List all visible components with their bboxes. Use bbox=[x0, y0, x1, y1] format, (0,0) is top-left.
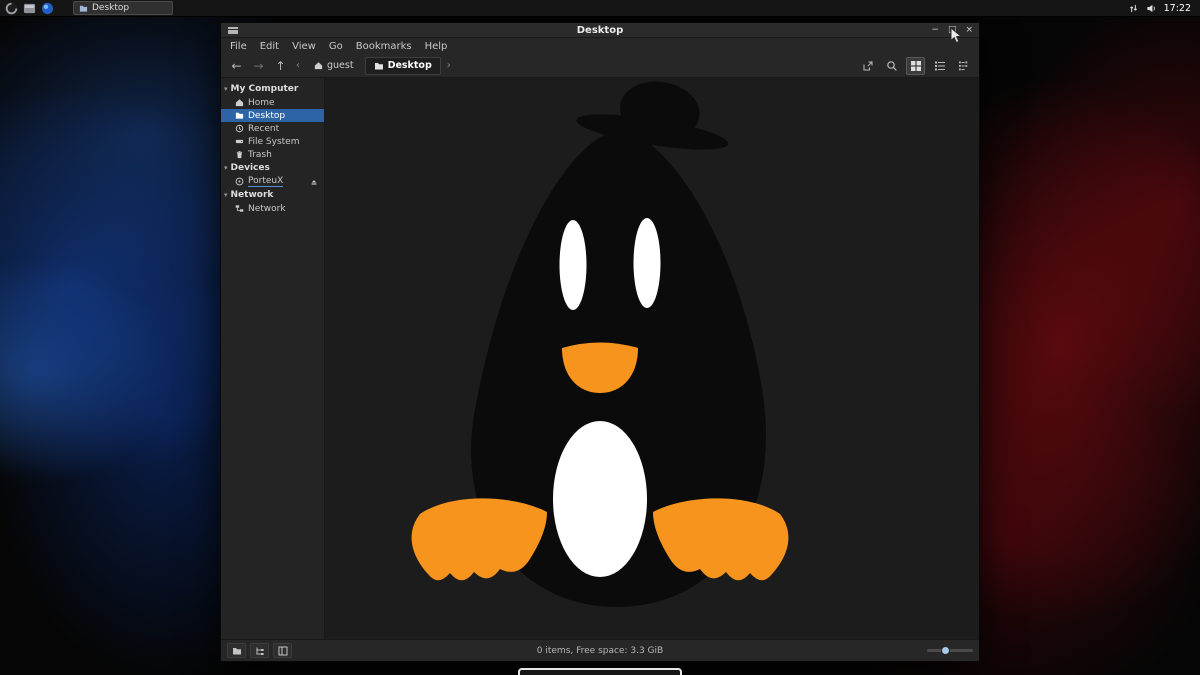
section-label: Network bbox=[231, 190, 274, 200]
menu-bookmarks[interactable]: Bookmarks bbox=[356, 41, 412, 52]
sidebar-item-home[interactable]: Home bbox=[221, 96, 324, 109]
sidebar-section-devices[interactable]: ▾ Devices bbox=[221, 161, 324, 175]
menubar: File Edit View Go Bookmarks Help bbox=[221, 38, 979, 54]
sidebar-item-file-system[interactable]: File System bbox=[221, 135, 324, 148]
window-task-icon bbox=[79, 4, 88, 13]
forward-icon[interactable]: → bbox=[249, 60, 268, 72]
zoom-slider-track[interactable] bbox=[927, 649, 973, 652]
toolbar-right bbox=[858, 57, 973, 75]
file-manager-launcher-icon[interactable] bbox=[23, 2, 36, 15]
section-label: Devices bbox=[231, 163, 270, 173]
penguin-eye-left bbox=[560, 220, 587, 310]
chevron-down-icon: ▾ bbox=[224, 85, 228, 93]
file-manager-body: ▾ My Computer Home Desktop Recent bbox=[221, 78, 979, 639]
maximize-button[interactable]: □ bbox=[948, 26, 957, 35]
desktop: Desktop 17:22 Desktop − □ × File Edit bbox=[0, 0, 1200, 675]
item-label: Recent bbox=[248, 124, 279, 134]
window-controls: − □ × bbox=[931, 23, 973, 38]
folder-icon bbox=[235, 111, 244, 120]
sidebar: ▾ My Computer Home Desktop Recent bbox=[221, 78, 325, 639]
home-icon bbox=[314, 61, 323, 70]
breadcrumb-current[interactable]: Desktop bbox=[365, 57, 441, 75]
breadcrumb-current-label: Desktop bbox=[388, 60, 432, 71]
menu-edit[interactable]: Edit bbox=[260, 41, 279, 52]
path-scroll-right-icon[interactable]: › bbox=[444, 60, 454, 71]
statusbar-pane-button[interactable] bbox=[273, 643, 292, 658]
hamburger-menu-icon[interactable] bbox=[228, 27, 238, 34]
home-icon bbox=[235, 98, 244, 107]
titlebar[interactable]: Desktop − □ × bbox=[221, 23, 979, 38]
zoom-slider[interactable] bbox=[927, 649, 973, 652]
statusbar: 0 items, Free space: 3.3 GiB bbox=[221, 639, 979, 661]
path-scroll-left-icon[interactable]: ‹ bbox=[293, 60, 303, 71]
sidebar-item-porteux[interactable]: PorteuX bbox=[221, 175, 324, 188]
compact-view-icon[interactable] bbox=[954, 57, 973, 75]
toolbar: ← → ↑ ‹ guest Desktop › bbox=[221, 54, 979, 78]
task-label: Desktop bbox=[92, 3, 129, 13]
item-label: Home bbox=[248, 98, 275, 108]
sidebar-item-network[interactable]: Network bbox=[221, 202, 324, 215]
network-icon bbox=[235, 204, 244, 213]
background-window-edge[interactable] bbox=[518, 668, 682, 675]
close-button[interactable]: × bbox=[965, 26, 973, 35]
menu-help[interactable]: Help bbox=[425, 41, 448, 52]
trash-icon bbox=[235, 150, 244, 159]
item-label: File System bbox=[248, 137, 299, 147]
sidebar-section-network[interactable]: ▾ Network bbox=[221, 188, 324, 202]
sidebar-item-trash[interactable]: Trash bbox=[221, 148, 324, 161]
sidebar-item-desktop[interactable]: Desktop bbox=[221, 109, 324, 122]
sidebar-item-recent[interactable]: Recent bbox=[221, 122, 324, 135]
up-icon[interactable]: ↑ bbox=[271, 60, 290, 72]
chevron-down-icon: ▾ bbox=[224, 191, 228, 199]
status-text: 0 items, Free space: 3.3 GiB bbox=[221, 646, 979, 656]
menu-view[interactable]: View bbox=[292, 41, 316, 52]
minimize-button[interactable]: − bbox=[931, 26, 939, 35]
window-title: Desktop bbox=[221, 25, 979, 36]
list-view-icon[interactable] bbox=[930, 57, 949, 75]
open-location-icon[interactable] bbox=[858, 57, 877, 75]
folder-view[interactable] bbox=[325, 78, 979, 639]
statusbar-tree-button[interactable] bbox=[250, 643, 269, 658]
network-tray-icon[interactable] bbox=[1128, 3, 1139, 14]
menu-go[interactable]: Go bbox=[329, 41, 343, 52]
section-label: My Computer bbox=[231, 84, 299, 94]
zoom-slider-thumb[interactable] bbox=[941, 646, 950, 655]
breadcrumb-home[interactable]: guest bbox=[306, 57, 362, 75]
icon-view-icon[interactable] bbox=[906, 57, 925, 75]
item-label: Network bbox=[248, 204, 286, 214]
taskbar-task-desktop[interactable]: Desktop bbox=[73, 1, 173, 15]
item-label: Trash bbox=[248, 150, 272, 160]
eject-icon[interactable] bbox=[310, 178, 318, 186]
system-tray: 17:22 bbox=[1128, 3, 1195, 14]
recent-icon bbox=[235, 124, 244, 133]
statusbar-places-button[interactable] bbox=[227, 643, 246, 658]
clock[interactable]: 17:22 bbox=[1164, 3, 1191, 14]
taskbar: Desktop 17:22 bbox=[0, 0, 1200, 17]
filesystem-icon bbox=[235, 137, 244, 146]
folder-icon bbox=[374, 61, 384, 71]
disc-icon bbox=[235, 177, 244, 186]
item-label: PorteuX bbox=[248, 176, 283, 187]
item-label: Desktop bbox=[248, 111, 285, 121]
penguin-eye-right bbox=[634, 218, 661, 308]
back-icon[interactable]: ← bbox=[227, 60, 246, 72]
file-manager-window: Desktop − □ × File Edit View Go Bookmark… bbox=[220, 22, 980, 662]
sidebar-section-my-computer[interactable]: ▾ My Computer bbox=[221, 82, 324, 96]
volume-icon[interactable] bbox=[1146, 3, 1157, 14]
menu-file[interactable]: File bbox=[230, 41, 247, 52]
browser-launcher-icon[interactable] bbox=[41, 2, 54, 15]
penguin-belly bbox=[553, 421, 647, 577]
chevron-down-icon: ▾ bbox=[224, 164, 228, 172]
distro-logo-icon[interactable] bbox=[5, 2, 18, 15]
penguin-graphic bbox=[410, 80, 800, 625]
search-icon[interactable] bbox=[882, 57, 901, 75]
breadcrumb-home-label: guest bbox=[327, 60, 354, 71]
